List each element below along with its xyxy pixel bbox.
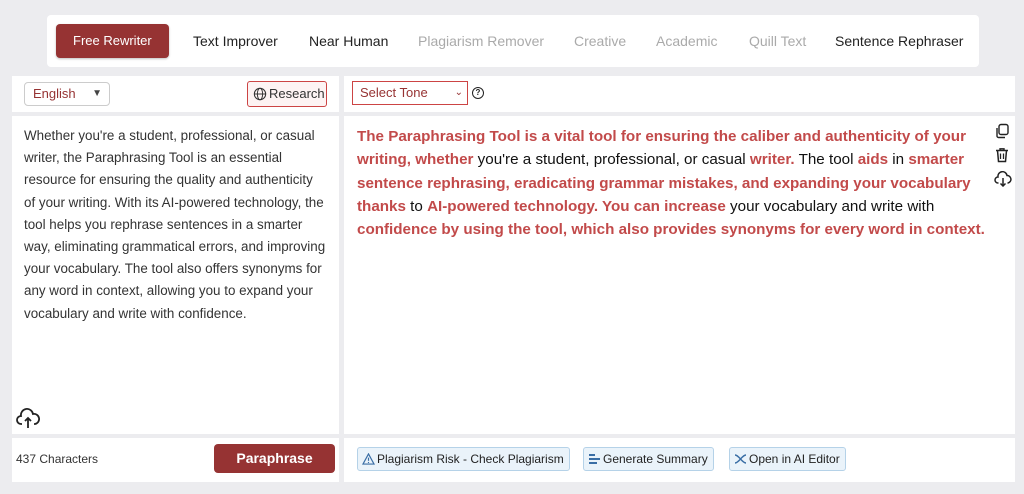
unchanged-phrase: you're a student, professional, or casua… bbox=[473, 151, 750, 169]
changed-phrase[interactable]: writer. bbox=[750, 151, 795, 168]
open-ai-editor-button[interactable]: Open in AI Editor bbox=[729, 447, 846, 471]
tab-quill-text[interactable]: Quill Text bbox=[749, 24, 806, 58]
tab-academic[interactable]: Academic bbox=[656, 24, 717, 58]
input-toolbar: English ▼ Research bbox=[12, 76, 339, 112]
research-button[interactable]: Research bbox=[247, 81, 327, 107]
tab-near-human[interactable]: Near Human bbox=[309, 24, 388, 58]
output-text[interactable]: The Paraphrasing Tool is a vital tool fo… bbox=[357, 125, 987, 241]
character-count: 437 Characters bbox=[16, 452, 99, 466]
paraphrase-button[interactable]: Paraphrase bbox=[214, 444, 335, 473]
unchanged-phrase: your vocabulary and write with bbox=[725, 197, 935, 215]
output-actions bbox=[994, 123, 1012, 195]
check-plagiarism-label: Plagiarism Risk - Check Plagiarism bbox=[377, 452, 564, 466]
language-select[interactable]: English ▼ bbox=[24, 82, 110, 106]
open-ai-editor-label: Open in AI Editor bbox=[749, 452, 840, 466]
warning-icon bbox=[362, 453, 375, 465]
tab-free-rewriter[interactable]: Free Rewriter bbox=[56, 24, 169, 58]
generate-summary-label: Generate Summary bbox=[603, 452, 708, 466]
output-footer: Plagiarism Risk - Check Plagiarism Gener… bbox=[344, 438, 1015, 482]
tone-value: Select Tone bbox=[360, 85, 428, 100]
tab-text-improver[interactable]: Text Improver bbox=[193, 24, 278, 58]
input-editor[interactable]: Whether you're a student, professional, … bbox=[12, 116, 339, 434]
unchanged-phrase: The tool bbox=[794, 151, 858, 169]
mode-tab-bar: Free Rewriter Text Improver Near Human P… bbox=[47, 15, 979, 67]
ai-editor-icon bbox=[734, 454, 747, 464]
cloud-upload-icon[interactable] bbox=[16, 408, 40, 430]
unchanged-phrase: in bbox=[888, 151, 909, 169]
input-footer: 437 Characters Paraphrase bbox=[12, 438, 339, 482]
changed-phrase[interactable]: aids bbox=[858, 151, 888, 168]
input-text[interactable]: Whether you're a student, professional, … bbox=[24, 125, 327, 325]
copy-icon[interactable] bbox=[994, 123, 1010, 139]
tab-creative[interactable]: Creative bbox=[574, 24, 626, 58]
globe-icon bbox=[253, 87, 267, 101]
changed-phrase[interactable]: AI-powered technology. You can increase bbox=[427, 198, 726, 215]
check-plagiarism-button[interactable]: Plagiarism Risk - Check Plagiarism bbox=[357, 447, 570, 471]
output-toolbar: Select Tone ⌄ ? bbox=[344, 76, 1015, 112]
research-label: Research bbox=[269, 86, 325, 101]
generate-summary-button[interactable]: Generate Summary bbox=[583, 447, 714, 471]
chevron-down-icon: ▼ bbox=[92, 88, 102, 99]
trash-icon[interactable] bbox=[994, 147, 1010, 163]
output-editor[interactable]: The Paraphrasing Tool is a vital tool fo… bbox=[344, 116, 1015, 434]
changed-phrase[interactable]: confidence by using the tool, which also… bbox=[357, 221, 985, 238]
summary-lines-icon bbox=[589, 454, 600, 464]
language-value: English bbox=[33, 86, 76, 101]
tab-plagiarism-remover[interactable]: Plagiarism Remover bbox=[418, 24, 544, 58]
tone-select[interactable]: Select Tone ⌄ bbox=[352, 81, 468, 105]
cloud-download-icon[interactable] bbox=[994, 170, 1012, 188]
tab-sentence-rephraser[interactable]: Sentence Rephraser bbox=[835, 24, 963, 58]
chevron-down-icon: ⌄ bbox=[454, 87, 463, 98]
help-icon[interactable]: ? bbox=[472, 87, 484, 99]
unchanged-phrase: to bbox=[405, 197, 428, 215]
